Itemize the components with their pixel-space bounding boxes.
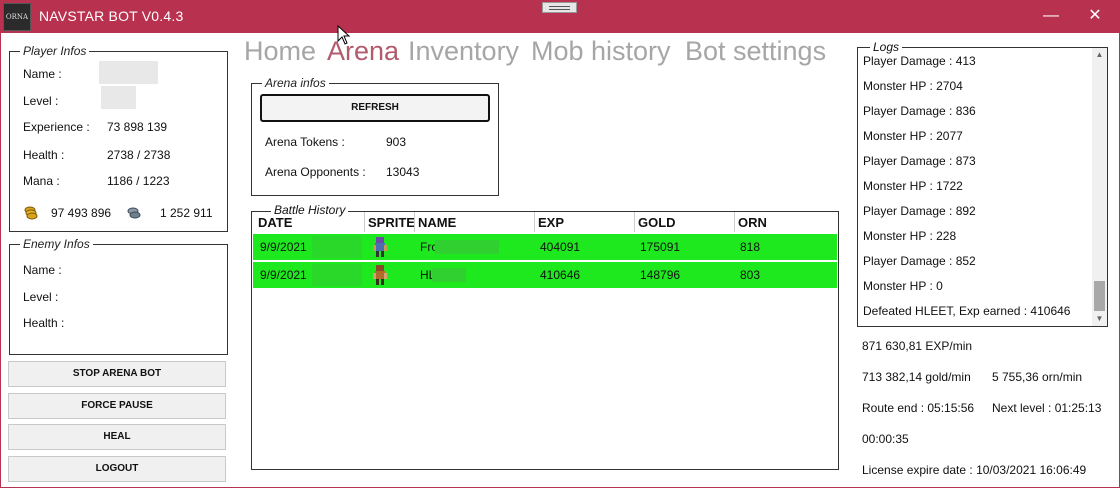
heal-button[interactable]: HEAL [8, 424, 226, 450]
player-mana-label: Mana : [23, 174, 60, 188]
column-header-sprite[interactable]: SPRITE [368, 212, 415, 234]
gold-rate: 713 382,14 gold/min [862, 370, 971, 384]
log-line: Player Damage : 413 [863, 54, 976, 68]
tab-bot-settings[interactable]: Bot settings [685, 36, 826, 67]
column-separator [414, 212, 415, 232]
log-line: Player Damage : 892 [863, 204, 976, 218]
tab-mob-history[interactable]: Mob history [531, 36, 671, 67]
row-exp: 404091 [540, 240, 581, 254]
column-separator [634, 212, 635, 232]
enemy-health-label: Health : [23, 316, 65, 330]
player-health-value: 2738 / 2738 [107, 148, 171, 162]
tab-inventory[interactable]: Inventory [408, 36, 519, 67]
logout-button[interactable]: LOGOUT [8, 456, 226, 482]
row-date: 9/9/2021 [260, 240, 307, 254]
refresh-button[interactable]: REFRESH [260, 94, 490, 122]
row-gold: 175091 [640, 240, 681, 254]
player-infos-legend: Player Infos [23, 44, 87, 58]
player-orn-value: 1 252 911 [160, 206, 213, 220]
player-mana-value: 1186 / 1223 [107, 174, 170, 188]
player-level-redacted [101, 86, 136, 109]
column-separator [534, 212, 535, 232]
row-exp: 410646 [540, 268, 581, 282]
stop-arena-bot-button[interactable]: STOP ARENA BOT [8, 361, 226, 387]
player-health-label: Health : [23, 148, 65, 162]
column-separator [734, 212, 735, 232]
enemy-level-label: Level : [23, 290, 59, 304]
tab-home[interactable]: Home [244, 36, 316, 67]
scroll-thumb[interactable] [1094, 281, 1105, 311]
arena-opponents-label: Arena Opponents : [265, 165, 366, 179]
license-expire: License expire date : 10/03/2021 16:06:4… [862, 463, 1087, 477]
row-date-redacted [312, 236, 362, 258]
player-name-redacted [99, 61, 158, 84]
column-header-orn[interactable]: ORN [738, 212, 767, 234]
player-experience-value: 73 898 139 [107, 120, 168, 134]
enemy-name-label: Name : [23, 263, 62, 277]
player-experience-label: Experience : [23, 120, 90, 134]
drag-handle[interactable] [542, 2, 577, 13]
logs-legend: Logs [870, 40, 903, 54]
log-line: Monster HP : 1722 [863, 179, 963, 193]
opponent-sprite-icon [373, 265, 387, 285]
log-line: Monster HP : 0 [863, 279, 943, 293]
force-pause-button[interactable]: FORCE PAUSE [8, 393, 226, 419]
row-name-redacted [432, 268, 466, 282]
gold-coins-icon [24, 206, 38, 220]
orn-rate: 5 755,36 orn/min [992, 370, 1083, 384]
row-date-redacted [312, 264, 362, 286]
row-name-redacted [435, 240, 499, 254]
player-level-label: Level : [23, 94, 59, 108]
column-header-name[interactable]: NAME [418, 212, 456, 234]
close-button[interactable]: ✕ [1085, 7, 1105, 27]
arena-tokens-value: 903 [386, 135, 407, 149]
elapsed-time: 00:00:35 [862, 432, 909, 446]
log-line: Player Damage : 873 [863, 154, 976, 168]
scroll-up-icon[interactable]: ▲ [1092, 48, 1107, 62]
log-line: Monster HP : 228 [863, 229, 957, 243]
orn-icon [127, 207, 141, 219]
log-line: Player Damage : 852 [863, 254, 976, 268]
arena-opponents-value: 13043 [386, 165, 420, 179]
column-header-date[interactable]: DATE [258, 212, 292, 234]
window-title: NAVSTAR BOT V0.4.3 [39, 8, 184, 24]
exp-rate: 871 630,81 EXP/min [862, 339, 973, 353]
arena-infos-legend: Arena infos [265, 76, 326, 90]
logs-scrollbar[interactable]: ▲ ▼ [1092, 48, 1107, 326]
log-line: Monster HP : 2077 [863, 129, 963, 143]
enemy-infos-legend: Enemy Infos [23, 237, 90, 251]
row-orn: 818 [740, 240, 761, 254]
log-line: Monster HP : 2704 [863, 79, 963, 93]
app-logo: ORNA [3, 3, 31, 31]
minimize-button[interactable]: — [1041, 7, 1061, 27]
app-logo-text: ORNA [5, 13, 29, 21]
opponent-sprite-icon [373, 237, 387, 257]
player-gold-value: 97 493 896 [51, 206, 112, 220]
next-level: Next level : 01:25:13 [992, 401, 1102, 415]
mouse-cursor-icon [337, 25, 351, 45]
row-orn: 803 [740, 268, 761, 282]
column-header-gold[interactable]: GOLD [638, 212, 676, 234]
route-end: Route end : 05:15:56 [862, 401, 975, 415]
title-bar[interactable]: ORNA NAVSTAR BOT V0.4.3 — ✕ [0, 0, 1120, 33]
row-date: 9/9/2021 [260, 268, 307, 282]
log-line: Player Damage : 836 [863, 104, 976, 118]
row-gold: 148796 [640, 268, 681, 282]
log-line: Defeated HLEET, Exp earned : 410646 [863, 304, 1071, 318]
scroll-down-icon[interactable]: ▼ [1092, 312, 1107, 326]
column-header-exp[interactable]: EXP [538, 212, 564, 234]
player-name-label: Name : [23, 67, 62, 81]
arena-tokens-label: Arena Tokens : [265, 135, 345, 149]
column-separator [364, 212, 365, 232]
